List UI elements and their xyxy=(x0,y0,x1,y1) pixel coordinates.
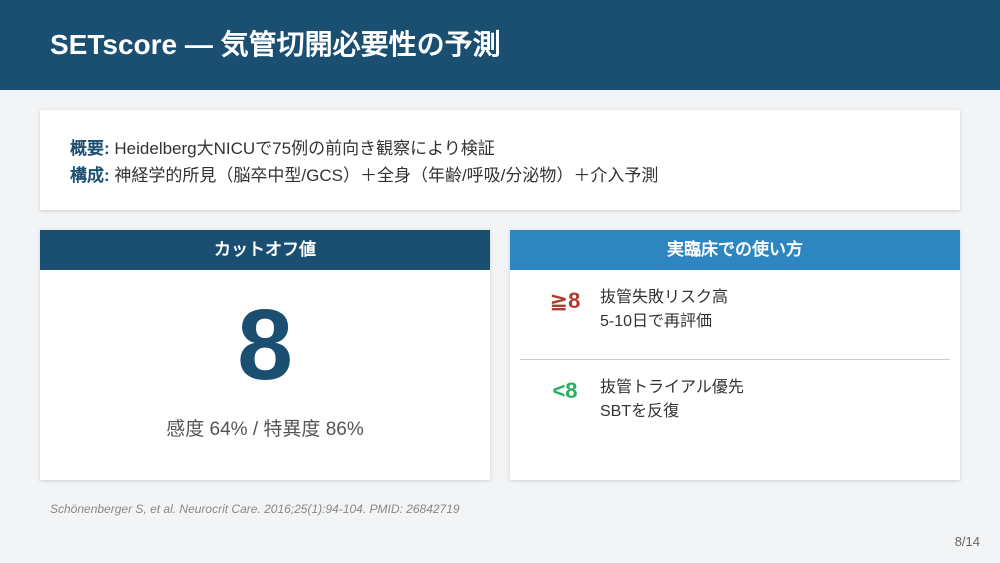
usage-item-line: 5-10日で再評価 xyxy=(600,313,713,330)
cutoff-card: カットオフ値 8 感度 64% / 特異度 86% xyxy=(40,230,490,480)
usage-item-low: <8 抜管トライアル優先 SBTを反復 xyxy=(510,360,960,450)
usage-item-symbol: <8 xyxy=(552,378,578,403)
citation: Schönenberger S, et al. Neurocrit Care. … xyxy=(50,502,460,516)
page-number: 8/14 xyxy=(954,534,980,549)
usage-item-line: 抜管失敗リスク高 xyxy=(600,289,729,306)
cutoff-value: 8 xyxy=(237,289,293,401)
header-bar: SETscore — 気管切開必要性の予測 xyxy=(0,0,1000,90)
cutoff-stats: 感度 64% / 特異度 86% xyxy=(166,419,364,440)
usage-item-text: 抜管失敗リスク高 5-10日で再評価 xyxy=(600,286,728,334)
usage-item-high: ≧8 抜管失敗リスク高 5-10日で再評価 xyxy=(510,270,960,360)
composition-text: 神経学的所見（脳卒中型/GCS）＋全身（年齢/呼吸/分泌物）＋介入予測 xyxy=(109,166,659,185)
composition-label: 構成: xyxy=(70,166,110,185)
cutoff-card-title: カットオフ値 xyxy=(40,230,490,270)
composition-line: 構成: 神経学的所見（脳卒中型/GCS）＋全身（年齢/呼吸/分泌物）＋介入予測 xyxy=(70,162,930,189)
usage-card-title: 実臨床での使い方 xyxy=(510,230,960,270)
usage-item-text: 抜管トライアル優先 SBTを反復 xyxy=(600,376,744,424)
overview-line: 概要: Heidelberg大NICUで75例の前向き観察により検証 xyxy=(70,135,930,162)
overview-text: Heidelberg大NICUで75例の前向き観察により検証 xyxy=(109,139,495,158)
usage-card: 実臨床での使い方 ≧8 抜管失敗リスク高 5-10日で再評価 <8 抜管トライア… xyxy=(510,230,960,480)
usage-item-symbol: ≧8 xyxy=(549,288,581,313)
usage-item-line: 抜管トライアル優先 xyxy=(600,379,744,396)
page-title: SETscore — 気管切開必要性の予測 xyxy=(50,29,501,60)
overview-label: 概要: xyxy=(70,139,110,158)
usage-item-line: SBTを反復 xyxy=(600,403,680,420)
summary-card: 概要: Heidelberg大NICUで75例の前向き観察により検証 構成: 神… xyxy=(40,110,960,210)
